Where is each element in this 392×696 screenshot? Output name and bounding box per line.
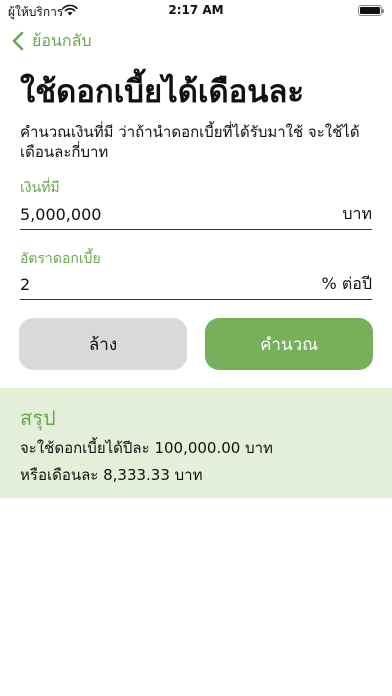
rate-unit: % ต่อปี	[321, 274, 372, 293]
page-title: ใช้ดอกเบี้ยได้เดือนละ	[20, 74, 305, 110]
calculate-button[interactable]: คำนวณ	[205, 318, 373, 370]
summary-panel: สรุป จะใช้ดอกเบี้ยได้ปีละ 100,000.00 บาท…	[0, 388, 392, 498]
back-button[interactable]: ย้อนกลับ	[12, 30, 92, 52]
summary-monthly: หรือเดือนละ 8,333.33 บาท	[20, 466, 203, 484]
rate-label: อัตราดอกเบี้ย	[20, 251, 101, 267]
amount-unit: บาท	[342, 204, 372, 223]
status-bar: ผู้ให้บริการ 2:17 AM	[0, 0, 392, 22]
back-label: ย้อนกลับ	[32, 30, 92, 50]
page-description: คำนวณเงินที่มี ว่าถ้านำดอกเบี้ยที่ได้รับ…	[20, 123, 360, 161]
summary-yearly: จะใช้ดอกเบี้ยได้ปีละ 100,000.00 บาท	[20, 439, 273, 457]
status-time: 2:17 AM	[168, 3, 224, 17]
amount-label: เงินที่มี	[20, 180, 60, 196]
rate-input[interactable]	[20, 275, 270, 294]
clear-button[interactable]: ล้าง	[19, 318, 187, 370]
chevron-left-icon	[12, 31, 24, 51]
battery-icon	[358, 5, 384, 16]
amount-input[interactable]	[20, 205, 270, 224]
summary-title: สรุป	[20, 406, 56, 430]
rate-field-row: % ต่อปี	[20, 270, 372, 300]
amount-field-row: บาท	[20, 200, 372, 230]
